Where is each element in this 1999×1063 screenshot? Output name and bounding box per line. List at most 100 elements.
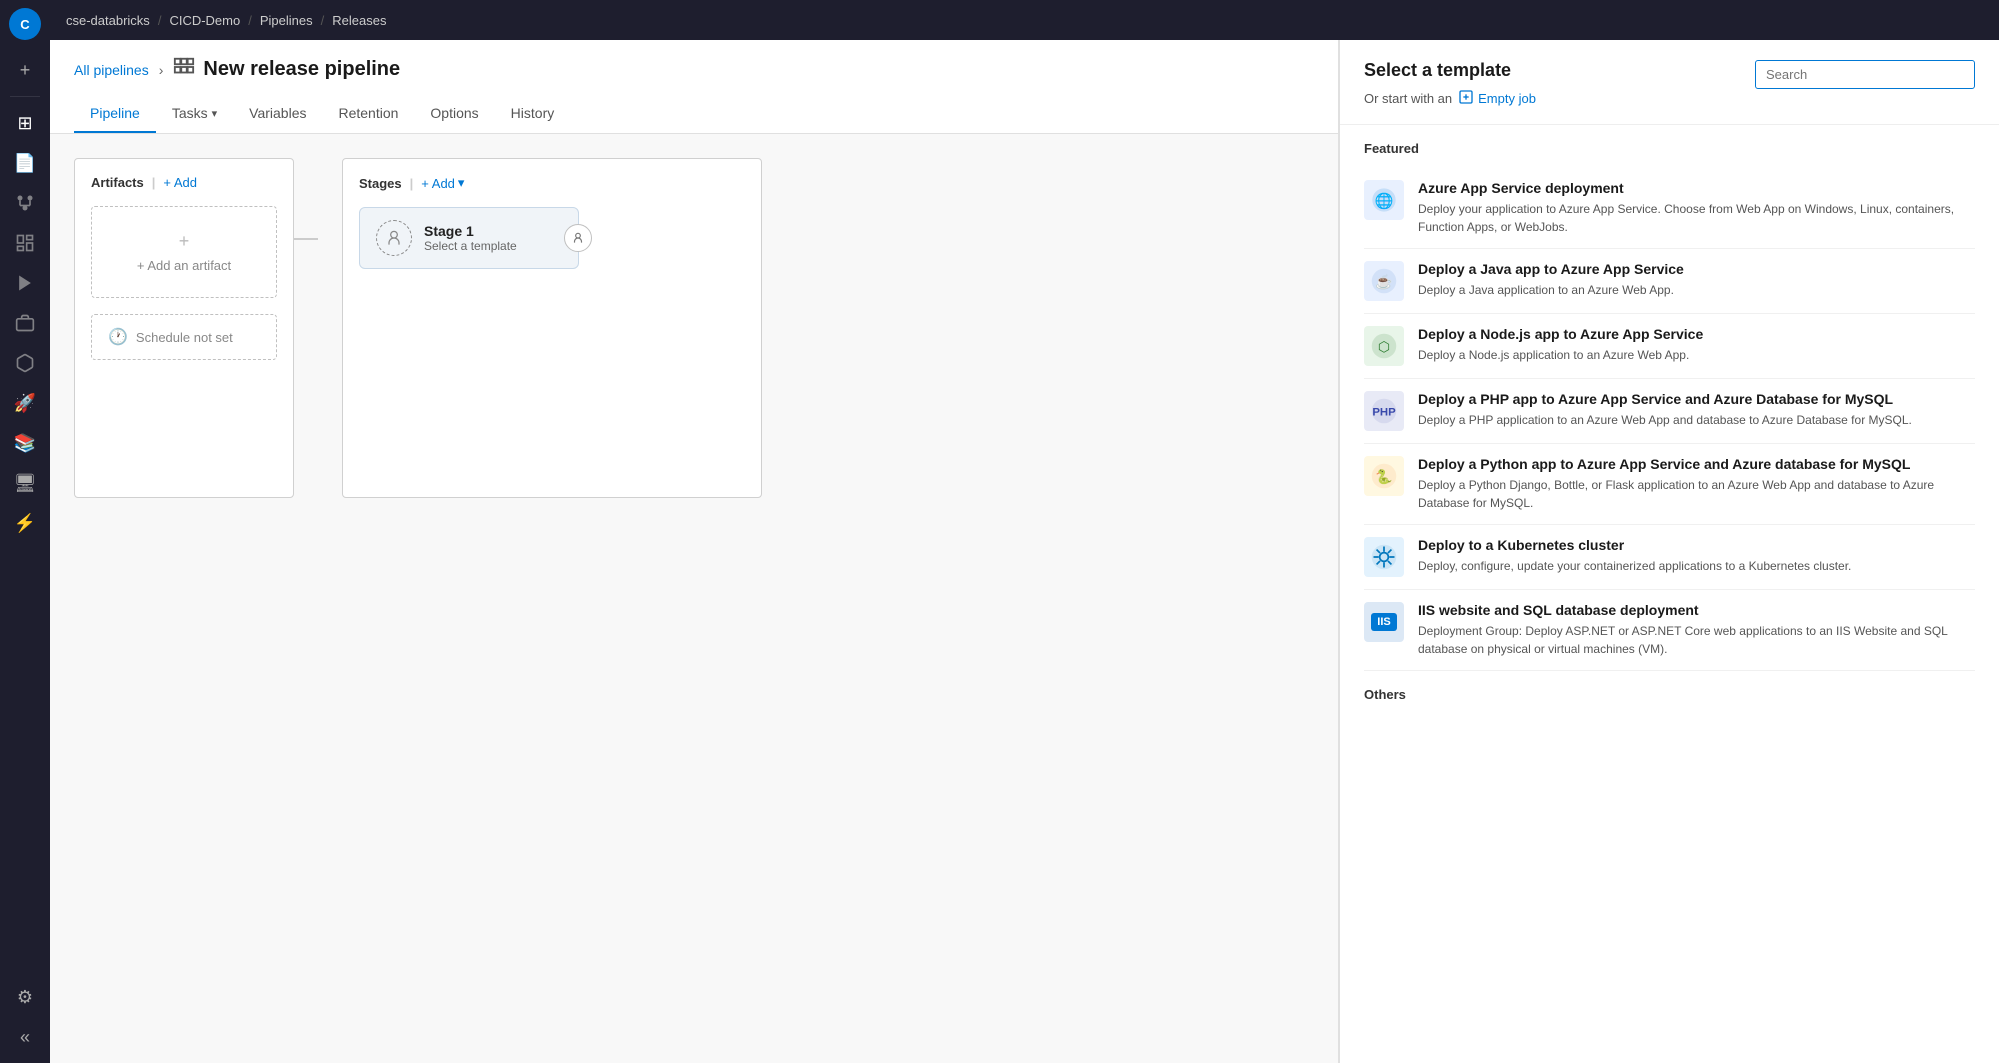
add-stage-button[interactable]: + Add ▾ [421, 175, 464, 191]
template-item-python[interactable]: 🐍 Deploy a Python app to Azure App Servi… [1364, 444, 1975, 525]
template-panel-header: Select a template Or start with an Empty… [1340, 40, 1999, 125]
add-artifact-plus-icon: + [179, 231, 190, 252]
template-logo-python: 🐍 [1364, 456, 1404, 496]
template-logo-php: PHP [1364, 391, 1404, 431]
template-text-java: Deploy a Java app to Azure App Service D… [1418, 261, 1975, 299]
search-input[interactable] [1755, 60, 1975, 89]
add-artifact-button[interactable]: + Add [163, 175, 197, 190]
template-item-nodejs[interactable]: ⬡ Deploy a Node.js app to Azure App Serv… [1364, 314, 1975, 379]
monitor-icon[interactable]: 🖥 [7, 465, 43, 501]
template-desc-java: Deploy a Java application to an Azure We… [1418, 281, 1975, 299]
template-desc-php: Deploy a PHP application to an Azure Web… [1418, 411, 1975, 429]
rocket-icon[interactable]: 🚀 [7, 385, 43, 421]
template-name-java: Deploy a Java app to Azure App Service [1418, 261, 1975, 277]
tab-pipeline[interactable]: Pipeline [74, 95, 156, 133]
schedule-box[interactable]: 🕐 Schedule not set [91, 314, 277, 360]
template-logo-java: ☕ [1364, 261, 1404, 301]
git-icon[interactable] [7, 185, 43, 221]
template-item-azure-app-service[interactable]: 🌐 Azure App Service deployment Deploy yo… [1364, 168, 1975, 249]
breadcrumb-sep2: / [248, 13, 252, 28]
empty-job-link[interactable]: Empty job [1458, 89, 1536, 108]
template-desc-k8s: Deploy, configure, update your container… [1418, 557, 1975, 575]
artifacts-divider: | [152, 175, 156, 190]
tab-options[interactable]: Options [414, 95, 494, 133]
pipeline-icon [173, 56, 195, 83]
tab-history[interactable]: History [495, 95, 571, 133]
featured-label: Featured [1364, 141, 1975, 156]
breadcrumb-sep1: / [158, 13, 162, 28]
template-item-java[interactable]: ☕ Deploy a Java app to Azure App Service… [1364, 249, 1975, 314]
template-panel-subtitle: Or start with an Empty job [1364, 89, 1975, 108]
breadcrumb: cse-databricks / CICD-Demo / Pipelines /… [50, 0, 1999, 40]
template-name-azure: Azure App Service deployment [1418, 180, 1975, 196]
collapse-icon[interactable]: « [7, 1019, 43, 1055]
svg-text:PHP: PHP [1372, 406, 1396, 418]
template-text-azure-app: Azure App Service deployment Deploy your… [1418, 180, 1975, 236]
settings-icon[interactable]: ⚙ [7, 979, 43, 1015]
template-logo-azure: 🌐 [1364, 180, 1404, 220]
template-panel: Select a template Or start with an Empty… [1339, 40, 1999, 1063]
subtitle-prefix: Or start with an [1364, 91, 1452, 106]
sidebar-divider [10, 96, 40, 97]
template-desc-nodejs: Deploy a Node.js application to an Azure… [1418, 346, 1975, 364]
main-content: cse-databricks / CICD-Demo / Pipelines /… [50, 0, 1999, 1063]
tab-bar: Pipeline Tasks ▾ Variables Retention Opt… [74, 95, 1314, 133]
connector [294, 238, 318, 240]
tab-retention[interactable]: Retention [322, 95, 414, 133]
breadcrumb-org[interactable]: cse-databricks [66, 13, 150, 28]
pipeline-header: All pipelines › New release pipeline Pip… [50, 40, 1338, 134]
artifacts-header-label: Artifacts [91, 175, 144, 190]
avatar[interactable]: C [9, 8, 41, 40]
template-logo-k8s [1364, 537, 1404, 577]
add-artifact-box[interactable]: + + Add an artifact [91, 206, 277, 298]
book-icon[interactable]: 📚 [7, 425, 43, 461]
template-name-python: Deploy a Python app to Azure App Service… [1418, 456, 1975, 472]
all-pipelines-link[interactable]: All pipelines [74, 62, 149, 78]
template-logo-nodejs: ⬡ [1364, 326, 1404, 366]
template-item-php[interactable]: PHP Deploy a PHP app to Azure App Servic… [1364, 379, 1975, 444]
pipelines-icon[interactable] [7, 265, 43, 301]
template-text-php: Deploy a PHP app to Azure App Service an… [1418, 391, 1975, 429]
stage-card[interactable]: Stage 1 Select a template [359, 207, 579, 269]
title-separator: › [159, 62, 164, 78]
breadcrumb-section[interactable]: Pipelines [260, 13, 313, 28]
template-text-nodejs: Deploy a Node.js app to Azure App Servic… [1418, 326, 1975, 364]
artifacts-section: Artifacts | + Add + + Add an artifact 🕐 … [74, 158, 294, 498]
stages-header-label: Stages [359, 176, 402, 191]
template-item-iis[interactable]: IIS IIS website and SQL database deploym… [1364, 590, 1975, 671]
deploy-icon[interactable] [7, 305, 43, 341]
template-text-k8s: Deploy to a Kubernetes cluster Deploy, c… [1418, 537, 1975, 575]
stages-divider: | [410, 176, 414, 191]
repo-icon[interactable]: 📄 [7, 145, 43, 181]
add-artifact-label: + Add an artifact [137, 258, 231, 273]
stage-approver-icon[interactable] [564, 224, 592, 252]
schedule-label: Schedule not set [136, 330, 233, 345]
template-name-php: Deploy a PHP app to Azure App Service an… [1418, 391, 1975, 407]
page-title: New release pipeline [203, 58, 400, 81]
svg-text:🐍: 🐍 [1375, 468, 1392, 485]
template-item-kubernetes[interactable]: Deploy to a Kubernetes cluster Deploy, c… [1364, 525, 1975, 590]
template-text-python: Deploy a Python app to Azure App Service… [1418, 456, 1975, 512]
others-label: Others [1364, 687, 1975, 702]
template-name-k8s: Deploy to a Kubernetes cluster [1418, 537, 1975, 553]
stages-section: Stages | + Add ▾ Stage 1 Sele [342, 158, 762, 498]
tab-tasks[interactable]: Tasks ▾ [156, 95, 233, 133]
boards-icon[interactable] [7, 225, 43, 261]
stage-icon [376, 220, 412, 256]
artifacts-icon[interactable] [7, 345, 43, 381]
tasks-icon[interactable]: ⚡ [7, 505, 43, 541]
empty-job-icon [1458, 89, 1474, 108]
tasks-dropdown-icon: ▾ [212, 107, 218, 120]
breadcrumb-project[interactable]: CICD-Demo [169, 13, 240, 28]
svg-text:⬡: ⬡ [1378, 338, 1390, 354]
dashboard-icon[interactable]: ⊞ [7, 105, 43, 141]
iis-text-icon: IIS [1371, 613, 1396, 631]
breadcrumb-page[interactable]: Releases [332, 13, 386, 28]
add-stage-dropdown-icon: ▾ [458, 175, 465, 191]
template-list: Featured 🌐 Azure App Service deployment … [1340, 125, 1999, 1063]
add-icon[interactable]: + [7, 52, 43, 88]
svg-text:🌐: 🌐 [1375, 192, 1394, 210]
tab-variables[interactable]: Variables [233, 95, 322, 133]
template-name-iis: IIS website and SQL database deployment [1418, 602, 1975, 618]
pipeline-canvas: Artifacts | + Add + + Add an artifact 🕐 … [50, 134, 1338, 1063]
